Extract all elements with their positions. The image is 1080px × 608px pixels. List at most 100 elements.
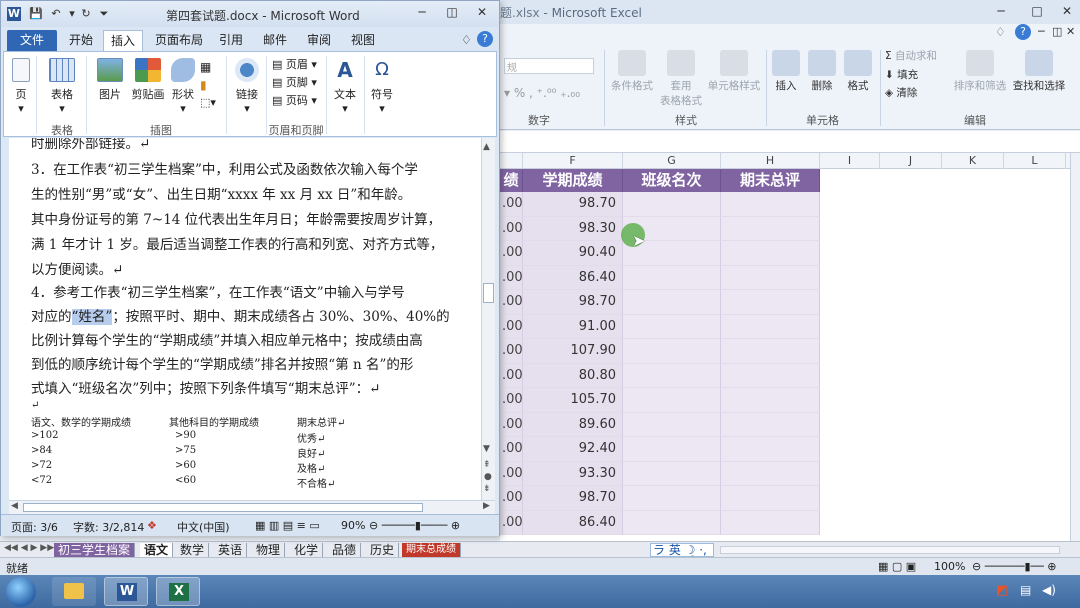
cell-class-rank[interactable] [623,363,721,388]
cell-term-score[interactable]: 98.70 [523,486,623,511]
table-row[interactable]: .00 86.40 [500,265,1070,290]
excel-inner-restore[interactable]: ◫ [1052,25,1062,38]
cell-final-eval[interactable] [721,363,820,388]
excel-view-buttons[interactable]: ▦ ▢ ▣ [878,560,916,573]
word-horizontal-scrollbar[interactable]: ◀ ▶ [9,500,495,514]
cell-term-score[interactable]: 89.60 [523,412,623,437]
volume-icon[interactable]: ◀) [1042,583,1056,597]
cell-e[interactable]: .00 [500,412,523,437]
tab-insert[interactable]: 插入 [103,30,143,51]
footer-button[interactable]: ▤ 页脚 ▾ [272,74,317,90]
excel-minimize-button[interactable]: ─ [988,2,1014,20]
scroll-right-icon[interactable]: ▶ [483,501,490,511]
word-restore-button[interactable]: ◫ [439,3,465,21]
sheet-tab-physics[interactable]: 物理 [252,543,286,557]
excel-inner-minimize[interactable]: ─ [1038,25,1045,38]
find-select-button[interactable]: 查找和选择 [1010,50,1068,93]
table-row[interactable]: .00 105.70 [500,388,1070,413]
cell-e[interactable]: .00 [500,486,523,511]
header-cell-term-score[interactable]: 学期成绩 [523,169,623,192]
cell-final-eval[interactable] [721,314,820,339]
cell-term-score[interactable]: 86.40 [523,265,623,290]
screenshot-icon[interactable]: ⬚▾ [200,96,216,109]
cell-e[interactable]: .00 [500,437,523,462]
cell-e[interactable]: .00 [500,461,523,486]
chart-icon[interactable]: ▮ [200,78,207,92]
view-mode-buttons[interactable]: ▦ ▥ ▤ ≡ ▭ [255,519,320,532]
cell-class-rank[interactable] [623,412,721,437]
cell-e[interactable]: .00 [500,388,523,413]
header-cell-e[interactable]: 绩 [500,169,523,192]
fill-button[interactable]: ⬇ 填充 [885,67,918,82]
tab-home[interactable]: 开始 [61,30,101,51]
clear-button[interactable]: ◈ 清除 [885,85,917,100]
sheet-tab-final-total[interactable]: 期末总成绩 [402,543,461,557]
column-header-i[interactable]: I [820,153,880,169]
cell-class-rank[interactable] [623,461,721,486]
cell-e[interactable]: .00 [500,192,523,217]
cell-final-eval[interactable] [721,461,820,486]
network-icon[interactable]: ▤ [1020,583,1031,597]
document-page[interactable]: 时删除外部链接。↵ 3．在工作表“初三学生档案”中，利用公式及函数依次输入每个学… [9,138,487,500]
page-number-button[interactable]: ▤ 页码 ▾ [272,92,317,108]
tab-page-layout[interactable]: 页面布局 [149,30,209,51]
cell-term-score[interactable]: 91.00 [523,314,623,339]
cell-class-rank[interactable] [623,290,721,315]
undo-icon[interactable]: ↶ [49,7,63,21]
page-button[interactable]: 页 ▾ [8,58,34,115]
excel-close-button[interactable]: ✕ [1054,2,1080,20]
sheet-tab-morality[interactable]: 品德 [328,543,362,557]
clipart-button[interactable]: 剪贴画 [130,58,166,102]
format-cells-button[interactable]: 格式 [842,50,874,93]
table-row[interactable]: .00 91.00 [500,314,1070,339]
cell-class-rank[interactable] [623,339,721,364]
ribbon-collapse-icon[interactable]: ♢ [461,33,472,47]
tab-references[interactable]: 引用 [213,30,249,51]
word-vertical-scrollbar[interactable]: ▲ ▼ ⇞ ● ⇟ [481,138,495,500]
autosum-button[interactable]: Σ 自动求和 [885,48,937,63]
prev-page-icon[interactable]: ⇞ [483,460,491,470]
tab-file[interactable]: 文件 [7,30,57,51]
picture-button[interactable]: 图片 [92,58,128,102]
excel-taskbar-button[interactable]: X [156,577,200,606]
delete-cells-button[interactable]: 删除 [806,50,838,93]
page-count[interactable]: 页面: 3/6 [11,519,58,535]
table-row[interactable]: .00 89.60 [500,412,1070,437]
word-help-icon[interactable]: ? [477,31,493,47]
cell-term-score[interactable]: 98.70 [523,290,623,315]
text-button[interactable]: A 文本 ▾ [330,58,360,115]
excel-maximize-button[interactable]: □ [1024,2,1050,20]
header-cell-class-rank[interactable]: 班级名次 [623,169,721,192]
undo-dropdown-icon[interactable]: ▾ [65,7,79,21]
sheet-tab-chemistry[interactable]: 化学 [290,543,324,557]
cell-term-score[interactable]: 98.70 [523,192,623,217]
table-row[interactable]: .00 107.90 [500,339,1070,364]
column-header-g[interactable]: G [623,153,721,169]
word-app-icon[interactable]: W [7,7,21,21]
browse-object-icon[interactable]: ● [484,472,492,482]
tab-review[interactable]: 审阅 [301,30,337,51]
h-scroll-thumb[interactable] [23,503,423,512]
cell-term-score[interactable]: 80.80 [523,363,623,388]
selected-text[interactable]: “姓名” [71,309,113,325]
sheet-tab-history[interactable]: 历史 [366,543,400,557]
table-row[interactable]: .00 98.70 [500,192,1070,217]
spreadsheet-grid[interactable]: 绩 学期成绩 班级名次 期末总评 .00 98.70.00 98.30.00 90.4… [500,169,1070,541]
cell-class-rank[interactable] [623,192,721,217]
word-taskbar-button[interactable]: W [104,577,148,606]
link-button[interactable]: 链接 ▾ [232,58,262,115]
column-header-h[interactable]: H [721,153,820,169]
cell-styles-button[interactable]: 单元格样式 [706,50,762,93]
cell-final-eval[interactable] [721,192,820,217]
header-cell-final-eval[interactable]: 期末总评 [721,169,820,192]
smartart-icon[interactable]: ▦ [200,60,211,74]
word-zoom-level[interactable]: 90% [341,519,365,532]
cell-term-score[interactable]: 86.40 [523,510,623,535]
cell-term-score[interactable]: 107.90 [523,339,623,364]
cell-term-score[interactable]: 90.40 [523,241,623,266]
next-page-icon[interactable]: ⇟ [483,484,491,494]
excel-inner-close[interactable]: ✕ [1066,25,1075,38]
shapes-button[interactable]: 形状 ▾ [168,58,198,115]
cell-e[interactable]: .00 [500,339,523,364]
cell-class-rank[interactable] [623,486,721,511]
